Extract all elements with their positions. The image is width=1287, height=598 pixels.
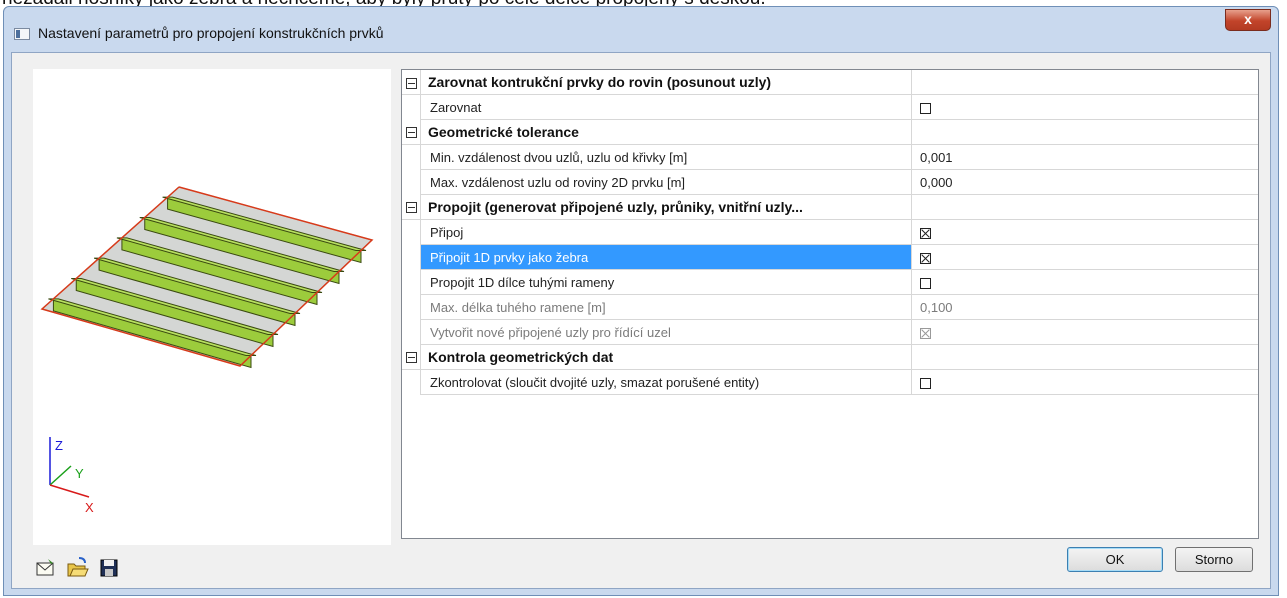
structure-3d-view: Z Y X xyxy=(40,186,374,515)
group-gutter xyxy=(402,344,421,370)
property-label: Vytvořit nové připojené uzly pro řídící … xyxy=(420,319,912,345)
row-gutter xyxy=(402,94,421,120)
property-checkbox[interactable] xyxy=(920,102,931,114)
collapse-icon[interactable] xyxy=(405,77,417,89)
property-value-cell xyxy=(911,319,1258,345)
property-label: Připoj xyxy=(420,219,912,245)
group-value-cell xyxy=(911,70,1258,95)
row-gutter xyxy=(402,244,421,270)
group-gutter xyxy=(402,119,421,145)
property-label: Max. délka tuhého ramene [m] xyxy=(420,294,912,320)
dialog-title: Nastavení parametrů pro propojení konstr… xyxy=(38,25,384,41)
axis-label-x: X xyxy=(85,500,94,515)
row-gutter xyxy=(402,144,421,170)
group-title: Geometrické tolerance xyxy=(420,119,912,145)
property-value-cell[interactable] xyxy=(911,369,1258,395)
close-icon: x xyxy=(1244,11,1252,27)
group-value-cell xyxy=(911,344,1258,370)
cancel-button[interactable]: Storno xyxy=(1175,547,1253,572)
property-label: Zkontrolovat (sloučit dvojité uzly, smaz… xyxy=(420,369,912,395)
row-gutter xyxy=(402,219,421,245)
property-row[interactable]: Zkontrolovat (sloučit dvojité uzly, smaz… xyxy=(402,369,1258,395)
property-group-header[interactable]: Zarovnat kontrukční prvky do rovin (posu… xyxy=(402,70,1258,95)
axis-triad-icon: Z Y X xyxy=(49,437,94,515)
property-checkbox[interactable] xyxy=(920,377,931,389)
property-row[interactable]: Propojit 1D dílce tuhými rameny xyxy=(402,269,1258,295)
property-value-cell[interactable] xyxy=(911,269,1258,295)
dialog-client-area: Z Y X Zarovnat kontrukční prvky do rovin… xyxy=(11,52,1271,589)
property-value: 0,100 xyxy=(920,299,953,315)
envelope-icon[interactable] xyxy=(32,555,58,581)
group-value-cell xyxy=(911,119,1258,145)
row-gutter xyxy=(402,294,421,320)
dialog-window: Nastavení parametrů pro propojení konstr… xyxy=(3,6,1279,596)
collapse-icon[interactable] xyxy=(405,352,417,364)
property-value-cell: 0,100 xyxy=(911,294,1258,320)
property-label: Propojit 1D dílce tuhými rameny xyxy=(420,269,912,295)
app-icon xyxy=(14,28,30,40)
row-gutter xyxy=(402,269,421,295)
property-group-header[interactable]: Propojit (generovat připojené uzly, průn… xyxy=(402,194,1258,220)
group-title: Kontrola geometrických dat xyxy=(420,344,912,370)
property-value-cell[interactable]: 0,000 xyxy=(911,169,1258,195)
row-gutter xyxy=(402,319,421,345)
group-title: Propojit (generovat připojené uzly, průn… xyxy=(420,194,912,220)
title-bar[interactable]: Nastavení parametrů pro propojení konstr… xyxy=(4,7,1278,53)
property-row[interactable]: Max. vzdálenost uzlu od roviny 2D prvku … xyxy=(402,169,1258,195)
row-gutter xyxy=(402,169,421,195)
property-checkbox[interactable] xyxy=(920,252,931,264)
property-label: Max. vzdálenost uzlu od roviny 2D prvku … xyxy=(420,169,912,195)
group-gutter xyxy=(402,194,421,220)
property-group-header[interactable]: Kontrola geometrických dat xyxy=(402,344,1258,370)
property-value-cell[interactable] xyxy=(911,219,1258,245)
property-label: Připojit 1D prvky jako žebra xyxy=(420,244,912,270)
property-row[interactable]: Vytvořit nové připojené uzly pro řídící … xyxy=(402,319,1258,345)
property-value: 0,000 xyxy=(920,174,953,190)
property-label: Zarovnat xyxy=(420,94,912,120)
property-value-cell[interactable] xyxy=(911,94,1258,120)
collapse-icon[interactable] xyxy=(405,202,417,214)
property-checkbox xyxy=(920,327,931,339)
ribs-group xyxy=(40,186,374,369)
save-disk-icon[interactable] xyxy=(96,555,122,581)
property-row[interactable]: Připojit 1D prvky jako žebra xyxy=(402,244,1258,270)
property-grid: Zarovnat kontrukční prvky do rovin (posu… xyxy=(401,69,1259,539)
group-gutter xyxy=(402,70,421,95)
axis-label-y: Y xyxy=(75,466,84,481)
property-checkbox[interactable] xyxy=(920,227,931,239)
row-gutter xyxy=(402,369,421,395)
group-value-cell xyxy=(911,194,1258,220)
open-folder-icon[interactable] xyxy=(64,555,90,581)
axis-label-z: Z xyxy=(55,438,63,453)
property-group-header[interactable]: Geometrické tolerance xyxy=(402,119,1258,145)
property-value-cell[interactable]: 0,001 xyxy=(911,144,1258,170)
ok-button[interactable]: OK xyxy=(1067,547,1163,572)
property-row[interactable]: Max. délka tuhého ramene [m] 0,100 xyxy=(402,294,1258,320)
property-label: Min. vzdálenost dvou uzlů, uzlu od křivk… xyxy=(420,144,912,170)
model-preview[interactable]: Z Y X xyxy=(33,69,391,545)
collapse-icon[interactable] xyxy=(405,127,417,139)
close-button[interactable]: x xyxy=(1225,9,1271,31)
property-value-cell[interactable] xyxy=(911,244,1258,270)
property-row[interactable]: Připoj xyxy=(402,219,1258,245)
property-checkbox[interactable] xyxy=(920,277,931,289)
property-row[interactable]: Zarovnat xyxy=(402,94,1258,120)
property-row[interactable]: Min. vzdálenost dvou uzlů, uzlu od křivk… xyxy=(402,144,1258,170)
property-value: 0,001 xyxy=(920,149,953,165)
group-title: Zarovnat kontrukční prvky do rovin (posu… xyxy=(420,70,912,95)
